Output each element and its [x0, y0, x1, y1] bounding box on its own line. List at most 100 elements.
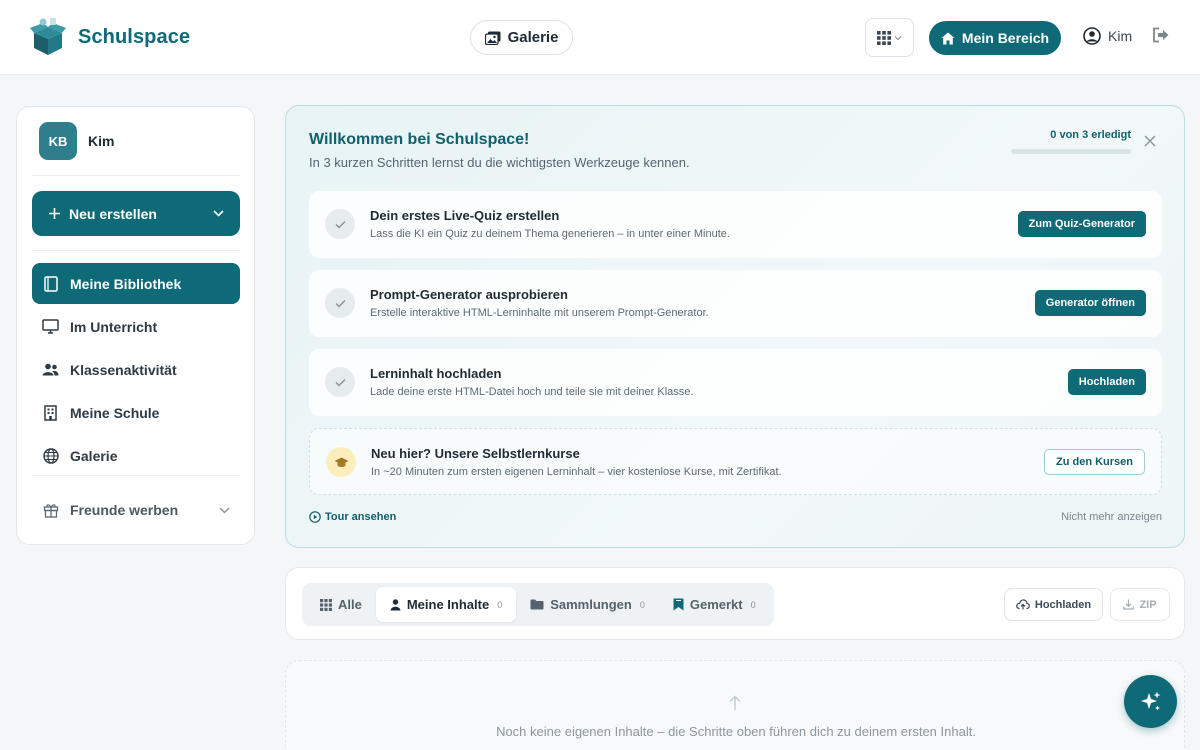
sidebar-user-name: Kim — [88, 133, 115, 149]
freunde-werben-item[interactable]: Freunde werben — [32, 493, 240, 527]
onboarding-step-upload: Lerninhalt hochladen Lade deine erste HT… — [309, 349, 1162, 416]
tab-sammlungen[interactable]: Sammlungen 0 — [516, 587, 659, 622]
neu-erstellen-button[interactable]: Neu erstellen — [32, 191, 240, 236]
divider — [32, 475, 240, 476]
step-description: Erstelle interaktive HTML-Lerninhalte mi… — [370, 307, 709, 319]
cloud-upload-icon — [1016, 599, 1030, 610]
apps-menu-button[interactable] — [865, 18, 914, 57]
person-icon — [390, 598, 401, 610]
check-icon — [325, 367, 355, 397]
tab-count: 0 — [497, 599, 503, 610]
user-menu[interactable]: Kim — [1083, 27, 1132, 45]
close-button[interactable] — [1144, 134, 1156, 152]
tab-gemerkt[interactable]: Gemerkt 0 — [659, 587, 770, 622]
tab-label: Sammlungen — [550, 597, 632, 612]
building-icon — [42, 404, 59, 421]
step-description: Lade deine erste HTML-Datei hoch und tei… — [370, 386, 694, 398]
upload-button[interactable]: Hochladen — [1004, 588, 1103, 621]
empty-state: Noch keine eigenen Inhalte – die Schritt… — [285, 660, 1185, 750]
tab-meine-inhalte[interactable]: Meine Inhalte 0 — [375, 587, 517, 622]
sidebar-user[interactable]: KB Kim — [39, 122, 114, 160]
sidebar-item-galerie[interactable]: Galerie — [32, 435, 240, 476]
welcome-title: Willkommen bei Schulspace! — [309, 131, 530, 148]
book-icon — [42, 275, 59, 292]
step-title: Neu hier? Unsere Selbstlernkurse — [371, 446, 580, 461]
brand-name: Schulspace — [78, 25, 191, 48]
images-icon — [484, 31, 501, 45]
tour-link[interactable]: Tour ansehen — [309, 511, 396, 523]
ai-assistant-button[interactable] — [1124, 675, 1177, 728]
sidebar-item-im-unterricht[interactable]: Im Unterricht — [32, 306, 240, 347]
freunde-werben-label: Freunde werben — [70, 502, 179, 518]
zip-label: ZIP — [1139, 598, 1157, 611]
logout-icon — [1153, 27, 1169, 43]
quiz-generator-button[interactable]: Zum Quiz-Generator — [1017, 211, 1146, 237]
onboarding-courses: Neu hier? Unsere Selbstlernkurse In ~20 … — [309, 428, 1162, 495]
tab-alle[interactable]: Alle — [306, 587, 376, 622]
step-title: Prompt-Generator ausprobieren — [370, 287, 568, 302]
sparkles-icon — [1140, 691, 1160, 710]
progress-bar — [1011, 149, 1131, 154]
top-bar: Schulspace Galerie Mein Bereich Kim — [0, 0, 1200, 75]
sidebar-item-label: Im Unterricht — [70, 318, 158, 335]
zip-download-button[interactable]: ZIP — [1110, 588, 1170, 621]
courses-button[interactable]: Zu den Kursen — [1043, 449, 1145, 475]
sidebar-item-meine-schule[interactable]: Meine Schule — [32, 392, 240, 433]
monitor-icon — [42, 318, 59, 335]
users-icon — [42, 361, 59, 378]
check-icon — [325, 209, 355, 239]
sidebar-nav: Meine Bibliothek Im Unterricht Klassenak… — [32, 263, 240, 478]
home-icon — [941, 32, 955, 44]
tab-count: 0 — [750, 599, 756, 610]
chevron-down-icon — [213, 210, 224, 217]
brand[interactable]: Schulspace — [30, 17, 190, 57]
arrow-up-icon — [729, 695, 741, 710]
avatar: KB — [39, 122, 77, 160]
divider — [32, 175, 240, 176]
library-tabs: Alle Meine Inhalte 0 Sammlungen 0 Gemerk… — [302, 583, 774, 626]
bookmark-icon — [673, 598, 684, 611]
dismiss-link[interactable]: Nicht mehr anzeigen — [1061, 511, 1162, 523]
grid-icon — [320, 598, 332, 611]
galerie-button[interactable]: Galerie — [470, 20, 573, 55]
upload-step-button[interactable]: Hochladen — [1067, 369, 1146, 395]
plus-icon — [49, 208, 60, 219]
step-description: Lass die KI ein Quiz zu deinem Thema gen… — [370, 228, 730, 240]
tab-label: Alle — [338, 597, 362, 612]
sidebar-item-meine-bibliothek[interactable]: Meine Bibliothek — [32, 263, 240, 304]
onboarding-step-prompt: Prompt-Generator ausprobieren Erstelle i… — [309, 270, 1162, 337]
welcome-subtitle: In 3 kurzen Schritten lernst du die wich… — [309, 155, 690, 170]
box-logo-icon — [30, 18, 66, 55]
divider — [32, 250, 240, 251]
generator-open-button[interactable]: Generator öffnen — [1034, 290, 1146, 316]
chevron-down-icon — [894, 35, 902, 40]
step-description: In ~20 Minuten zum ersten eigenen Lernin… — [371, 466, 782, 478]
sidebar-item-label: Galerie — [70, 447, 118, 464]
sidebar-item-label: Klassenaktivität — [70, 361, 177, 378]
tab-label: Gemerkt — [689, 597, 743, 612]
user-name: Kim — [1108, 28, 1133, 44]
user-circle-icon — [1083, 27, 1101, 45]
play-circle-icon — [309, 511, 321, 523]
sidebar-item-klassenaktivitaet[interactable]: Klassenaktivität — [32, 349, 240, 390]
tab-count: 0 — [639, 599, 645, 610]
onboarding-step-quiz: Dein erstes Live-Quiz erstellen Lass die… — [309, 191, 1162, 258]
library-toolbar: Alle Meine Inhalte 0 Sammlungen 0 Gemerk… — [285, 567, 1185, 640]
tour-label: Tour ansehen — [325, 511, 397, 523]
upload-label: Hochladen — [1034, 598, 1092, 611]
mein-bereich-button[interactable]: Mein Bereich — [929, 21, 1061, 55]
sidebar: KB Kim Neu erstellen Meine Bibliothek Im… — [16, 106, 255, 545]
download-icon — [1123, 599, 1135, 610]
folder-icon — [530, 599, 544, 610]
mein-bereich-label: Mein Bereich — [961, 30, 1050, 46]
logout-button[interactable] — [1152, 27, 1170, 48]
galerie-label: Galerie — [507, 29, 559, 46]
globe-icon — [42, 447, 59, 464]
check-icon — [325, 288, 355, 318]
sidebar-item-label: Meine Bibliothek — [70, 275, 182, 292]
tab-label: Meine Inhalte — [406, 597, 490, 612]
gift-icon — [42, 502, 59, 519]
chevron-down-icon — [219, 506, 230, 514]
close-icon — [1144, 135, 1156, 147]
welcome-card: Willkommen bei Schulspace! In 3 kurzen S… — [285, 105, 1185, 548]
